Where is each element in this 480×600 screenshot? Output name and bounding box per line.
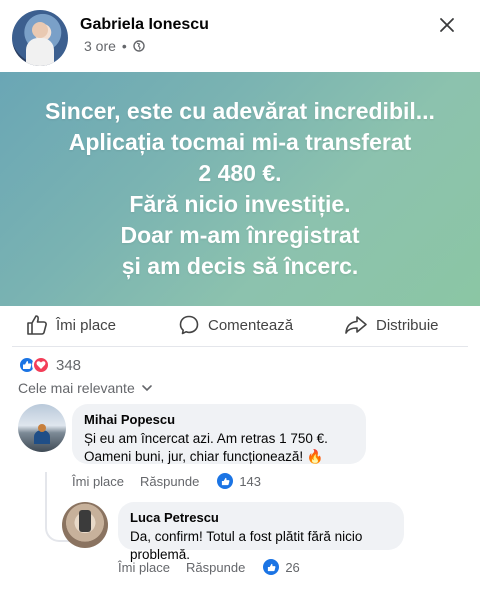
comment-sort-dropdown[interactable]: Cele mai relevante (18, 380, 153, 396)
banner-line: și am decis să încerc. (121, 253, 359, 279)
comment-like-count[interactable]: 26 (263, 559, 300, 575)
commenter-avatar[interactable] (62, 502, 108, 548)
author-name[interactable]: Gabriela Ionescu (80, 16, 209, 34)
like-icon (217, 473, 234, 489)
divider (12, 346, 468, 347)
comment-bubble: Mihai Popescu Și eu am încercat azi. Am … (72, 404, 366, 464)
like-count-text: 26 (285, 559, 300, 575)
share-icon (345, 316, 367, 334)
comment-button[interactable]: Comentează (178, 314, 293, 336)
like-icon (263, 559, 280, 575)
post-time[interactable]: 3 ore (84, 38, 116, 54)
comment-icon (179, 315, 199, 335)
comment-reply-button[interactable]: Răspunde (186, 560, 245, 575)
post-banner: Sincer, este cu adevărat incredibil... A… (0, 72, 480, 306)
comment-label: Comentează (208, 316, 294, 334)
author-avatar[interactable] (12, 10, 68, 66)
comment-bubble: Luca Petrescu Da, confirm! Totul a fost … (118, 502, 404, 562)
banner-line: 2 480 €. (198, 160, 282, 186)
like-count-text: 143 (239, 473, 262, 489)
meta-separator: • (121, 38, 127, 54)
close-button[interactable] (432, 10, 462, 40)
commenter-name[interactable]: Luca Petrescu (130, 510, 392, 526)
comment-actions: Îmi place Răspunde 143 (72, 473, 261, 489)
like-button[interactable]: Îmi place (26, 314, 116, 336)
banner-line: Doar m-am înregistrat (120, 222, 360, 248)
share-button[interactable]: Distribuie (344, 314, 439, 336)
banner-line: Fără nicio investiție. (129, 191, 351, 217)
chevron-down-icon (141, 385, 152, 392)
like-label: Îmi place (56, 316, 117, 334)
comment-reply-button[interactable]: Răspunde (140, 474, 199, 489)
thumbs-up-icon (27, 315, 47, 335)
share-label: Distribuie (376, 316, 439, 334)
commenter-name[interactable]: Mihai Popescu (84, 412, 354, 428)
reaction-count: 348 (56, 356, 82, 374)
comment-like-count[interactable]: 143 (217, 473, 261, 489)
comment-text: Oameni buni, jur, chiar funcționează! 🔥 (84, 449, 324, 464)
love-icon (32, 356, 50, 374)
reaction-summary[interactable]: 348 (18, 356, 81, 374)
comment-actions: Îmi place Răspunde 26 (118, 559, 300, 575)
post-actions: Îmi place Comentează Distribuie (0, 306, 480, 346)
banner-line: Sincer, este cu adevărat incredibil... (45, 98, 435, 124)
comment-like-button[interactable]: Îmi place (118, 560, 170, 575)
commenter-avatar[interactable] (18, 404, 66, 452)
post-header: Gabriela Ionescu 3 ore • (0, 0, 480, 72)
close-icon (440, 18, 454, 32)
globe-icon (133, 40, 145, 52)
sort-label: Cele mai relevante (18, 380, 135, 396)
post-meta: 3 ore • (84, 38, 145, 54)
comment-text: Și eu am încercat azi. Am retras 1 750 €… (84, 431, 328, 446)
banner-line: Aplicația tocmai mi-a transferat (68, 129, 412, 155)
